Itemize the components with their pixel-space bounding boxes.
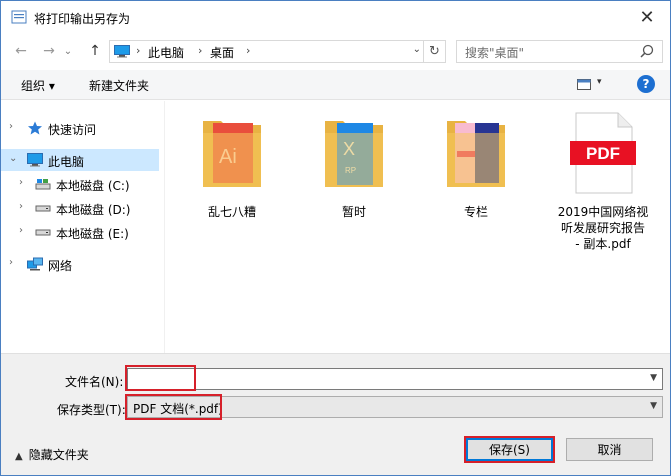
tree-label: 本地磁盘 (E:): [56, 227, 129, 241]
tree-label: 本地磁盘 (D:): [56, 203, 131, 217]
chevron-right-icon[interactable]: ›: [9, 121, 13, 132]
close-button[interactable]: ✕: [624, 1, 670, 33]
folder-icon: X RP: [325, 121, 383, 187]
folder-icon: [447, 121, 505, 187]
drive-icon: [35, 205, 51, 212]
file-list: Ai 乱七八糟 X RP 暂时 专栏: [164, 101, 670, 353]
command-bar: 组织 ▾ 新建文件夹 ▾ ?: [1, 70, 670, 100]
file-item-folder[interactable]: 专栏: [421, 111, 531, 220]
file-item-folder[interactable]: Ai 乱七八糟: [177, 111, 287, 220]
chevron-down-icon[interactable]: ▼: [650, 401, 657, 411]
tree-item-drive-d[interactable]: › 本地磁盘 (D:): [1, 197, 159, 219]
filetype-highlight: [125, 394, 222, 420]
pdf-badge: PDF: [586, 144, 620, 163]
breadcrumb-separator: ›: [246, 44, 251, 57]
chevron-right-icon[interactable]: ›: [9, 257, 13, 268]
filename-highlight: [125, 365, 196, 391]
breadcrumb-item-desktop[interactable]: 桌面: [210, 44, 234, 61]
save-highlight: [464, 436, 555, 463]
view-dropdown-icon[interactable]: ▾: [597, 77, 602, 87]
chevron-down-icon[interactable]: ▼: [650, 373, 657, 383]
chevron-up-icon: ▲: [15, 451, 23, 462]
file-item-pdf[interactable]: PDF 2019中国网络视 听发展研究报告 - 副本.pdf: [543, 111, 663, 252]
forward-button[interactable]: →: [39, 41, 59, 61]
chevron-right-icon[interactable]: ›: [19, 177, 23, 188]
drive-icon: [35, 179, 51, 190]
file-name-line: 听发展研究报告: [560, 221, 645, 235]
filename-label: 文件名(N):: [65, 375, 124, 389]
tree-label: 本地磁盘 (C:): [56, 179, 130, 193]
help-icon: ?: [642, 77, 650, 91]
tree-item-this-pc[interactable]: ⌄ 此电脑: [1, 149, 159, 171]
close-icon: ✕: [639, 6, 655, 28]
filename-input[interactable]: ▼: [127, 368, 663, 390]
title-bar: 将打印输出另存为 ✕: [1, 1, 670, 33]
star-icon: [28, 121, 42, 135]
hide-folders-label: 隐藏文件夹: [28, 448, 89, 462]
search-box[interactable]: 搜索"桌面": [456, 40, 663, 63]
file-name: 2019中国网络视 听发展研究报告 - 副本.pdf: [543, 204, 663, 252]
breadcrumb-item-this-pc[interactable]: 此电脑: [148, 44, 184, 61]
address-dropdown-icon[interactable]: ⌄: [413, 44, 421, 55]
pdf-file-icon: PDF: [570, 112, 636, 194]
app-icon: [11, 10, 27, 24]
tree-item-network[interactable]: › 网络: [1, 253, 159, 275]
file-name: 暂时: [341, 205, 366, 219]
chevron-down-icon[interactable]: ⌄: [9, 153, 17, 164]
breadcrumb-separator: ›: [198, 44, 203, 57]
back-button[interactable]: ←: [11, 41, 31, 61]
chevron-down-icon: ⌄: [63, 45, 73, 57]
file-name-line: - 副本.pdf: [575, 237, 631, 251]
drive-icon: [35, 229, 51, 236]
hide-folders-toggle[interactable]: ▲ 隐藏文件夹: [15, 446, 89, 463]
tree-label: 快速访问: [48, 123, 97, 137]
search-placeholder: 搜索"桌面": [465, 46, 525, 60]
chevron-right-icon[interactable]: ›: [19, 225, 23, 236]
refresh-button[interactable]: ↻: [423, 41, 445, 62]
view-options-icon[interactable]: [577, 79, 591, 90]
tree-item-quick-access[interactable]: › 快速访问: [1, 117, 159, 139]
file-name: 专栏: [463, 205, 488, 219]
navigation-pane: › 快速访问 ⌄ 此电脑 › 本地磁盘 (C:) › 本地磁盘 (D:) › 本…: [1, 101, 161, 353]
tree-label: 网络: [48, 259, 73, 273]
tree-item-drive-e[interactable]: › 本地磁盘 (E:): [1, 221, 159, 243]
breadcrumb-separator: ›: [136, 44, 141, 57]
search-icon: [640, 44, 654, 58]
arrow-up-icon: ↑: [89, 43, 101, 59]
save-options-panel: 文件名(N): ▼ 保存类型(T): PDF 文档(*.pdf) ▼ ▲ 隐藏文件…: [1, 353, 670, 475]
organize-menu[interactable]: 组织 ▾: [21, 77, 55, 94]
network-icon: [27, 257, 43, 271]
navigation-bar: ← → ⌄ ↑ › 此电脑 › 桌面 › ⌄ ↻ 搜索"桌面": [1, 35, 670, 67]
window-title: 将打印输出另存为: [34, 12, 131, 26]
arrow-right-icon: →: [43, 43, 55, 59]
save-dialog: 将打印输出另存为 ✕ ← → ⌄ ↑ › 此电脑 › 桌面 › ⌄ ↻ 搜索"桌…: [0, 0, 671, 476]
recent-locations-button[interactable]: ⌄: [61, 41, 75, 61]
arrow-left-icon: ←: [15, 43, 27, 59]
file-item-folder[interactable]: X RP 暂时: [299, 111, 409, 220]
file-name-line: 2019中国网络视: [557, 205, 649, 219]
refresh-icon: ↻: [429, 44, 440, 59]
up-button[interactable]: ↑: [85, 41, 105, 61]
help-button[interactable]: ?: [637, 75, 655, 93]
file-name: 乱七八糟: [207, 205, 256, 219]
folder-icon: Ai: [203, 121, 261, 187]
filetype-label: 保存类型(T):: [57, 403, 126, 417]
address-bar[interactable]: › 此电脑 › 桌面 › ⌄ ↻: [109, 40, 446, 63]
tree-label: 此电脑: [48, 155, 85, 169]
cancel-button[interactable]: 取消: [566, 438, 653, 461]
new-folder-button[interactable]: 新建文件夹: [89, 77, 149, 94]
tree-item-drive-c[interactable]: › 本地磁盘 (C:): [1, 173, 159, 195]
chevron-right-icon[interactable]: ›: [19, 201, 23, 212]
computer-icon: [27, 153, 43, 167]
computer-icon: [114, 45, 130, 58]
